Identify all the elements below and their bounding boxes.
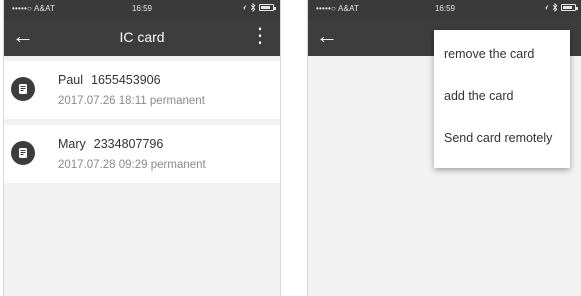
card-owner-name: Mary: [58, 137, 86, 151]
status-bar: •••••○ A&AT 16:59: [4, 0, 280, 18]
card-icon: [11, 141, 35, 165]
card-number: 2334807796: [93, 137, 164, 151]
phone-screen-card-list: •••••○ A&AT 16:59 ← IC card ⋮ Paul 165545…: [3, 0, 281, 296]
menu-item-remove-card[interactable]: remove the card: [434, 33, 570, 75]
phone-screen-menu-open: •••••○ A&AT 16:59 ← remove the card add …: [307, 0, 581, 296]
card-meta-line: 2017.07.26 18:11 permanent: [58, 95, 205, 107]
clock: 16:59: [131, 4, 153, 13]
card-date: 2017.07.28: [58, 159, 116, 171]
status-icons: [240, 3, 276, 12]
card-list: Paul 1655453906 2017.07.26 18:11 permanen…: [4, 56, 280, 183]
app-bar: ← IC card ⋮: [4, 18, 280, 56]
bluetooth-icon: [250, 3, 256, 12]
list-item[interactable]: Paul 1655453906 2017.07.26 18:11 permanen…: [4, 61, 280, 119]
card-owner-line: Mary 2334807796: [58, 137, 163, 151]
card-date: 2017.07.26: [58, 95, 116, 107]
card-meta-line: 2017.07.28 09:29 permanent: [58, 159, 206, 171]
menu-item-send-card-remotely[interactable]: Send card remotely: [434, 117, 570, 159]
battery-icon: [259, 4, 276, 11]
card-time: 18:11: [118, 95, 147, 107]
card-icon: [11, 77, 35, 101]
list-item[interactable]: Mary 2334807796 2017.07.28 09:29 permanen…: [4, 125, 280, 183]
battery-icon: [561, 4, 578, 11]
card-number: 1655453906: [91, 73, 161, 87]
location-arrow-icon: [240, 4, 247, 11]
card-time: 09:29: [118, 159, 148, 171]
clock: 16:59: [434, 4, 456, 13]
menu-item-add-card[interactable]: add the card: [434, 75, 570, 117]
status-bar: •••••○ A&AT 16:59: [308, 0, 581, 18]
card-owner-line: Paul 1655453906: [58, 73, 161, 87]
card-validity: permanent: [150, 159, 206, 171]
location-arrow-icon: [542, 4, 549, 11]
kebab-menu-icon[interactable]: ⋮: [250, 24, 270, 48]
page-title: IC card: [119, 29, 165, 45]
status-icons: [542, 3, 578, 12]
overflow-menu: remove the card add the card Send card r…: [434, 30, 570, 168]
bluetooth-icon: [552, 3, 558, 12]
card-owner-name: Paul: [58, 73, 84, 87]
card-validity: permanent: [149, 95, 205, 107]
arrow-left-icon[interactable]: ←: [316, 23, 338, 49]
